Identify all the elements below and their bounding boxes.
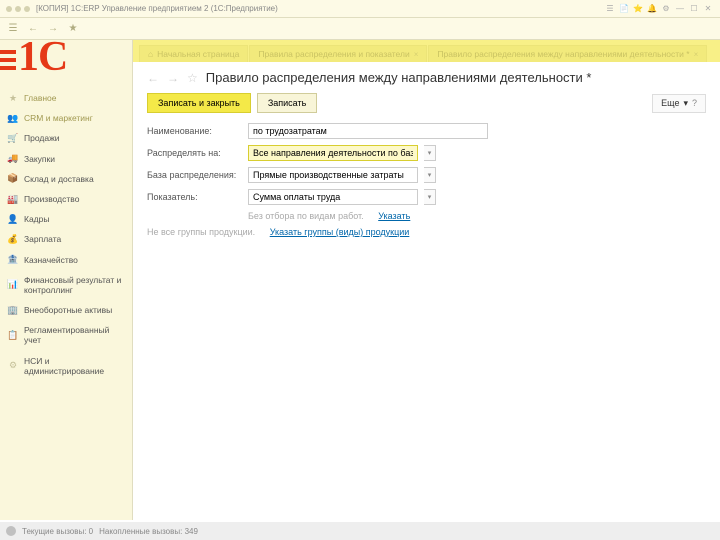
sidebar-item-label: Продажи <box>24 133 60 143</box>
sidebar-item-finresult[interactable]: 📊 Финансовый результат и контроллинг <box>0 270 132 300</box>
selection-link[interactable]: Указать <box>378 211 410 221</box>
indicator-dropdown-icon[interactable]: ▾ <box>424 189 436 205</box>
field-dist-row: Распределять на: ▾ <box>147 145 706 161</box>
nav-sidebar: 1С ★Главное 👥CRM и маркетинг 🛒Продажи 🚚З… <box>0 40 133 520</box>
people-icon: 👥 <box>8 113 18 123</box>
sys-icon[interactable]: ⚙ <box>660 3 672 15</box>
sys-icon[interactable]: 📄 <box>618 3 630 15</box>
page-back-icon[interactable]: ← <box>147 71 159 85</box>
sys-icon[interactable]: ⭐ <box>632 3 644 15</box>
content-area: ⌂ Начальная страница Правила распределен… <box>133 40 720 520</box>
sidebar-item-assets[interactable]: 🏢 Внеоборотные активы <box>0 300 132 320</box>
window-controls-left <box>6 6 30 12</box>
page-forward-icon[interactable]: → <box>167 71 179 85</box>
favorite-icon[interactable]: ☆ <box>187 71 198 85</box>
action-bar: Записать и закрыть Записать Еще ▾ ? <box>147 93 706 113</box>
sidebar-item-crm[interactable]: 👥 CRM и маркетинг <box>0 108 132 128</box>
sidebar-item-production[interactable]: 🏭 Производство <box>0 189 132 209</box>
sidebar-item-label: Зарплата <box>24 234 61 244</box>
indicator-input[interactable] <box>248 189 418 205</box>
sidebar-item-purchases[interactable]: 🚚 Закупки <box>0 149 132 169</box>
sidebar-item-label: Регламентированный учет <box>24 325 124 345</box>
status-bar: Текущие вызовы: 0 Накопленные вызовы: 34… <box>0 522 720 540</box>
sidebar-item-label: CRM и маркетинг <box>24 113 93 123</box>
dist-dropdown-icon[interactable]: ▾ <box>424 145 436 161</box>
more-label: Еще <box>661 98 679 108</box>
field-base-row: База распределения: ▾ <box>147 167 706 183</box>
money-icon: 💰 <box>8 234 18 244</box>
sidebar-item-label: Склад и доставка <box>24 174 94 184</box>
factory-icon: 🏭 <box>8 194 18 204</box>
page-title: Правило распределения между направлениям… <box>206 70 592 85</box>
field-groups-row: Не все группы продукции. Указать группы … <box>147 227 706 237</box>
sidebar-item-salary[interactable]: 💰 Зарплата <box>0 229 132 249</box>
field-name-row: Наименование: <box>147 123 706 139</box>
sidebar-item-regaccounting[interactable]: 📋 Регламентированный учет <box>0 320 132 350</box>
sidebar-item-label: Кадры <box>24 214 49 224</box>
save-button[interactable]: Записать <box>257 93 317 113</box>
sidebar-item-nsi[interactable]: ⚙ НСИ и администрирование <box>0 351 132 381</box>
doc-icon: 📋 <box>8 330 18 340</box>
field-dist-label: Распределять на: <box>147 148 242 158</box>
star-icon[interactable]: ★ <box>66 22 80 36</box>
sidebar-item-label: Главное <box>24 93 56 103</box>
status-current: Текущие вызовы: 0 <box>22 527 93 536</box>
sidebar-item-hr[interactable]: 👤 Кадры <box>0 209 132 229</box>
sidebar-item-treasury[interactable]: 🏦 Казначейство <box>0 250 132 270</box>
gear-icon: ⚙ <box>8 361 18 371</box>
sidebar-item-label: НСИ и администрирование <box>24 356 124 376</box>
status-queued: Накопленные вызовы: 349 <box>99 527 198 536</box>
maximize-icon[interactable]: ☐ <box>688 3 700 15</box>
sidebar-item-label: Производство <box>24 194 79 204</box>
minimize-icon[interactable]: — <box>674 3 686 15</box>
help-icon[interactable]: ? <box>692 98 697 108</box>
selection-text: Без отбора по видам работ. <box>248 211 364 221</box>
dist-input[interactable] <box>248 145 418 161</box>
sidebar-item-main[interactable]: ★ Главное <box>0 88 132 108</box>
truck-icon: 🚚 <box>8 154 18 164</box>
more-button[interactable]: Еще ▾ ? <box>652 94 706 113</box>
chevron-down-icon: ▾ <box>683 98 688 109</box>
sidebar-item-label: Финансовый результат и контроллинг <box>24 275 124 295</box>
close-icon[interactable]: ✕ <box>702 3 714 15</box>
building-icon: 🏢 <box>8 305 18 315</box>
sidebar-item-label: Казначейство <box>24 255 78 265</box>
sidebar-item-label: Закупки <box>24 154 55 164</box>
star-icon: ★ <box>8 93 18 103</box>
page-header: ← → ☆ Правило распределения между направ… <box>147 70 706 85</box>
sys-icon[interactable]: 🔔 <box>646 3 658 15</box>
field-indicator-row: Показатель: ▾ <box>147 189 706 205</box>
name-input[interactable] <box>248 123 488 139</box>
bell-icon[interactable] <box>6 526 16 536</box>
groups-link[interactable]: Указать группы (виды) продукции <box>270 227 410 237</box>
person-icon: 👤 <box>8 214 18 224</box>
field-selection-row: Без отбора по видам работ. Указать <box>147 211 706 221</box>
sidebar-item-sales[interactable]: 🛒 Продажи <box>0 128 132 148</box>
groups-text: Не все группы продукции. <box>147 227 255 237</box>
field-name-label: Наименование: <box>147 126 242 136</box>
main-toolbar: ☰ ← → ★ <box>0 18 720 40</box>
sidebar-item-label: Внеоборотные активы <box>24 305 112 315</box>
window-title: [КОПИЯ] 1С:ERP Управление предприятием 2… <box>36 4 278 13</box>
save-close-button[interactable]: Записать и закрыть <box>147 93 251 113</box>
safe-icon: 🏦 <box>8 255 18 265</box>
app-logo: 1С <box>0 36 67 78</box>
sys-icon[interactable]: ☰ <box>604 3 616 15</box>
box-icon: 📦 <box>8 174 18 184</box>
window-controls-right: ☰ 📄 ⭐ 🔔 ⚙ — ☐ ✕ <box>604 3 714 15</box>
field-indicator-label: Показатель: <box>147 192 242 202</box>
page-body: ← → ☆ Правило распределения между направ… <box>133 62 720 520</box>
base-dropdown-icon[interactable]: ▾ <box>424 167 436 183</box>
base-input[interactable] <box>248 167 418 183</box>
chart-icon: 📊 <box>8 280 18 290</box>
cart-icon: 🛒 <box>8 133 18 143</box>
window-titlebar: [КОПИЯ] 1С:ERP Управление предприятием 2… <box>0 0 720 18</box>
sidebar-item-warehouse[interactable]: 📦 Склад и доставка <box>0 169 132 189</box>
field-base-label: База распределения: <box>147 170 242 180</box>
